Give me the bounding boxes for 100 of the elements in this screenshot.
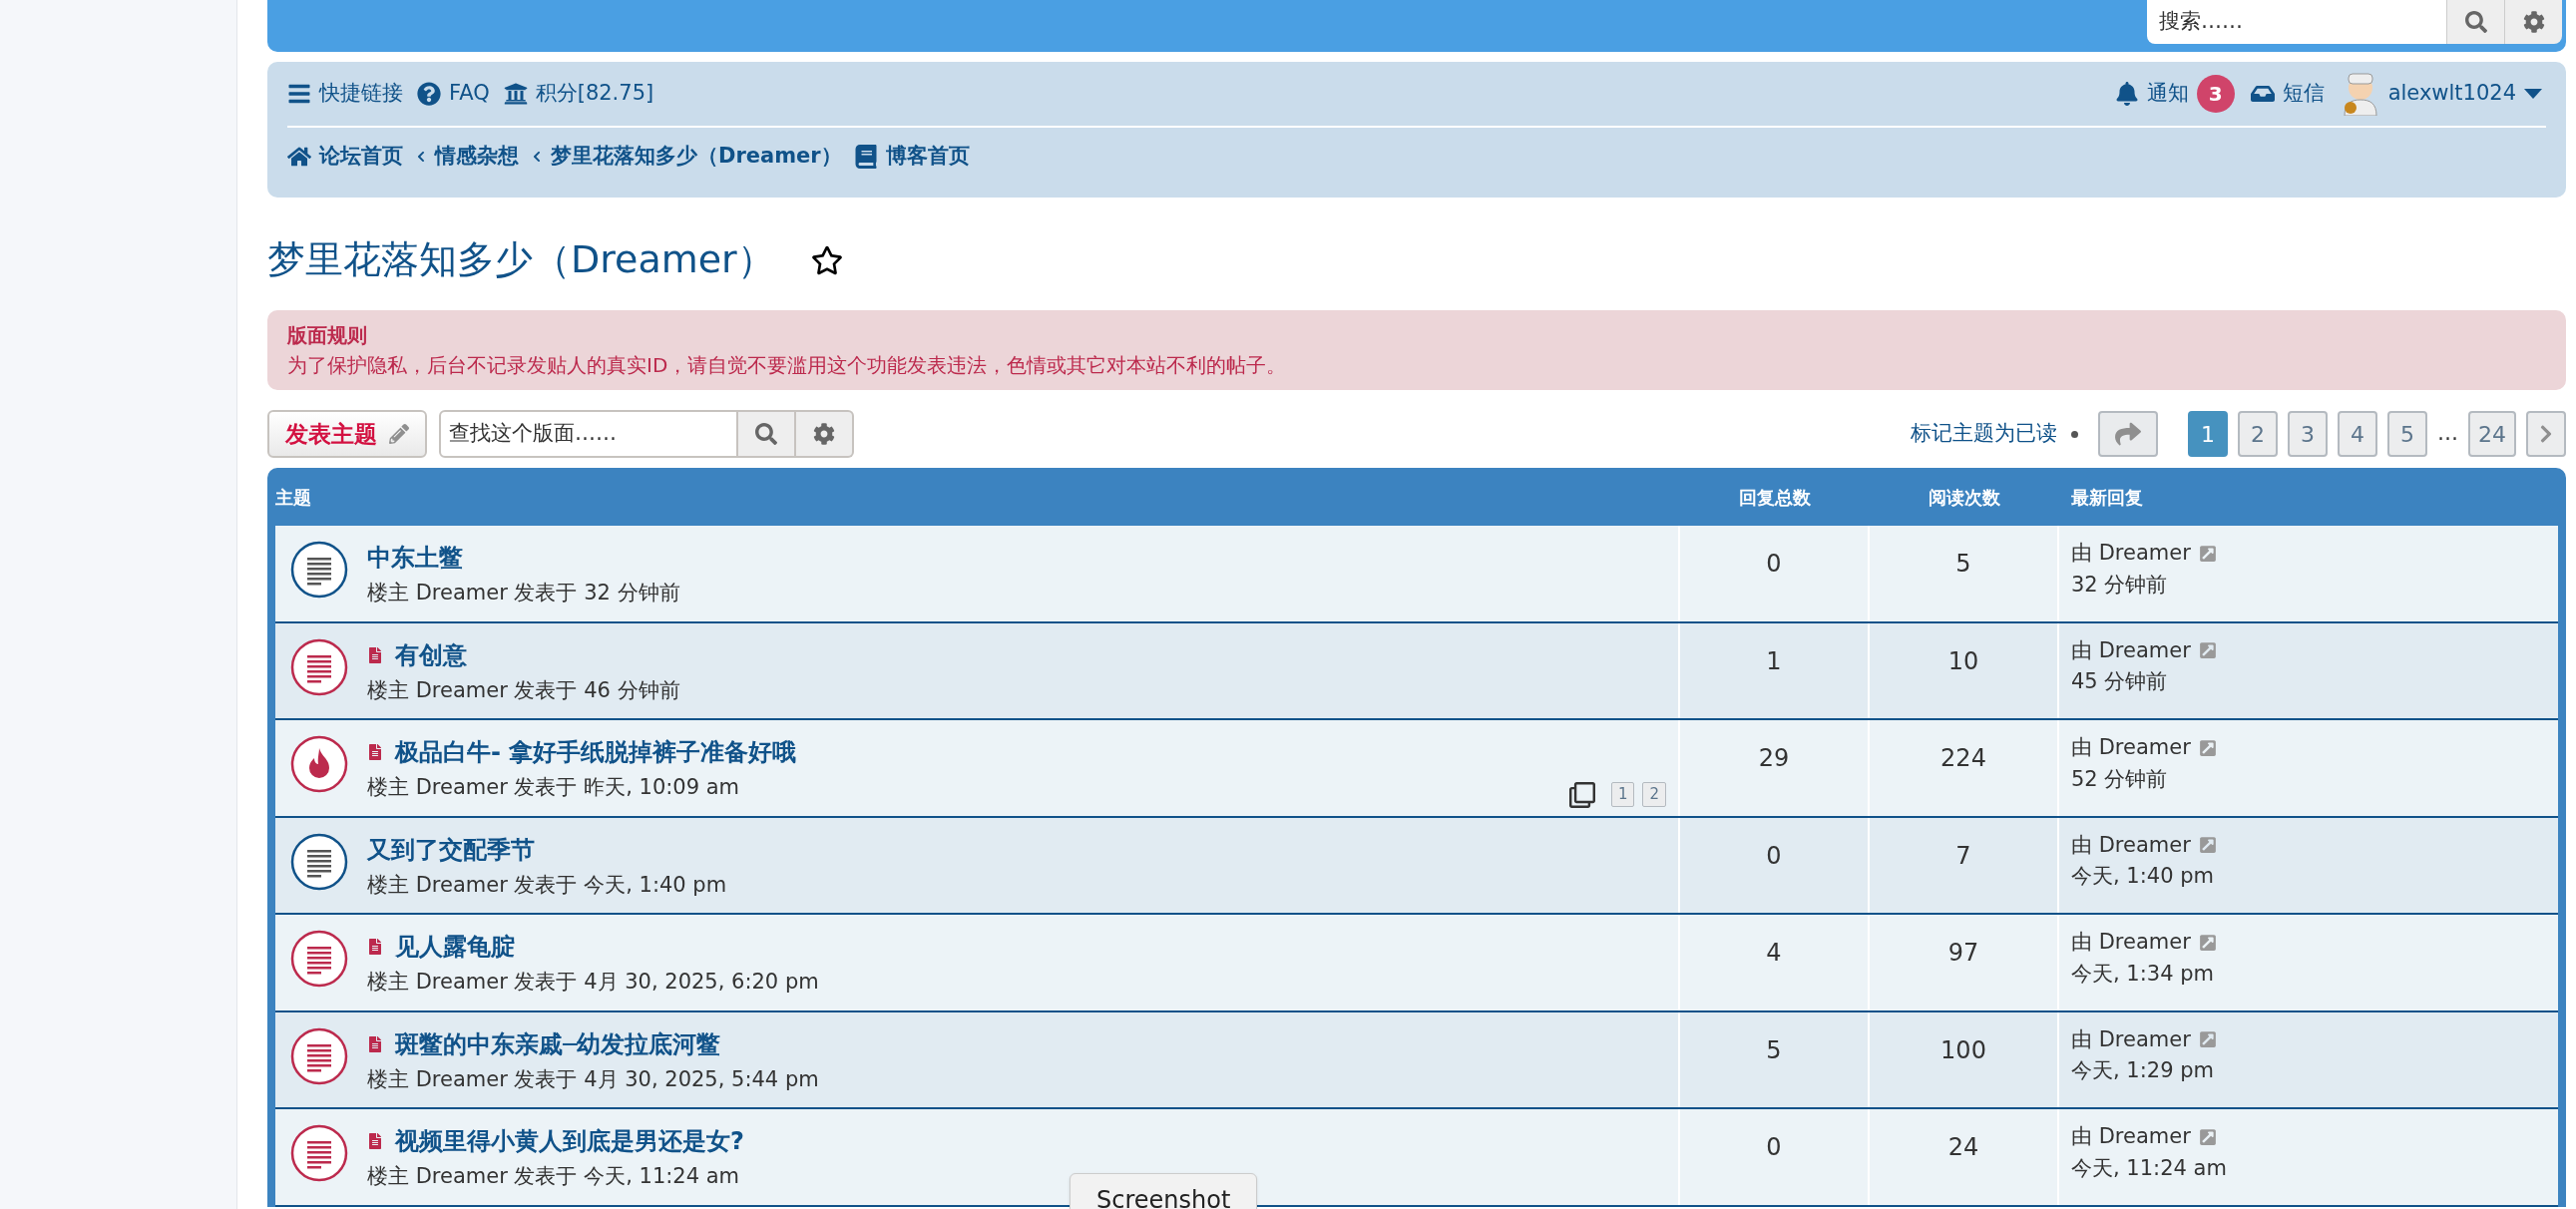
breadcrumb-link[interactable]: 情感杂想 — [415, 141, 519, 173]
bank-icon — [503, 82, 528, 106]
view-post-icon[interactable] — [2198, 544, 2217, 563]
topic-title[interactable]: 又到了交配季节 — [367, 831, 535, 868]
home-icon — [287, 145, 311, 169]
breadcrumb-link[interactable]: 梦里花落知多少（Dreamer） — [531, 141, 842, 173]
new-post-icon[interactable] — [367, 1133, 383, 1149]
page-button[interactable]: 5 — [2387, 411, 2427, 457]
mark-read-link[interactable]: 标记主题为已读 — [1911, 418, 2057, 450]
forum-title: 梦里花落知多少（Dreamer） — [267, 236, 775, 283]
last-post-author[interactable]: 由 Dreamer — [2071, 829, 2191, 861]
topic-icon — [289, 929, 349, 989]
book-icon — [853, 145, 878, 169]
nav-link[interactable]: 积分[82.75] — [503, 78, 654, 110]
settings-button[interactable] — [796, 410, 854, 458]
topic-title[interactable]: 见人露龟腚 — [395, 929, 515, 965]
last-post-author[interactable]: 由 Dreamer — [2071, 634, 2191, 666]
caret-icon — [2524, 89, 2542, 99]
topic-page-link[interactable]: 1 — [1610, 782, 1635, 807]
chevron-left-icon — [531, 151, 543, 163]
page-button[interactable]: 4 — [2338, 411, 2377, 457]
last-post-time: 今天, 1:40 pm — [2071, 863, 2215, 890]
last-post-author[interactable]: 由 Dreamer — [2071, 732, 2191, 764]
pagination-ellipsis: … — [2437, 420, 2458, 448]
notification-count: 3 — [2196, 75, 2235, 113]
settings-icon — [813, 423, 835, 445]
new-post-icon[interactable] — [367, 939, 383, 955]
topic-meta: 楼主 Dreamer 发表于 4月 30, 2025, 5:44 pm — [367, 1065, 819, 1093]
next-page-button[interactable] — [2526, 411, 2566, 457]
column-header: 最新回复 — [2070, 485, 2144, 510]
page-button[interactable]: 2 — [2238, 411, 2278, 457]
last-post-time: 今天, 1:29 pm — [2071, 1057, 2215, 1084]
new-post-icon[interactable] — [367, 646, 383, 663]
view-post-icon[interactable] — [2198, 738, 2217, 757]
topic-page-link[interactable]: 2 — [1642, 782, 1666, 807]
topic-icon — [289, 1123, 349, 1183]
replies-count: 0 — [1680, 817, 1870, 913]
view-post-icon[interactable] — [2198, 1127, 2217, 1146]
topic-title[interactable]: 斑鳖的中东亲戚─幼发拉底河鳖 — [395, 1025, 721, 1062]
views-count: 5 — [1870, 526, 2059, 621]
topic-title[interactable]: 极品白牛- 拿好手纸脱掉裤子准备好哦 — [395, 734, 797, 770]
views-count: 10 — [1870, 622, 2059, 718]
menu-icon — [287, 82, 311, 106]
star-icon[interactable] — [810, 243, 843, 276]
search-button[interactable] — [738, 410, 796, 458]
replies-count: 1 — [1680, 622, 1870, 718]
topic-meta: 楼主 Dreamer 发表于 46 分钟前 — [367, 676, 680, 704]
search-button[interactable] — [2446, 0, 2504, 44]
help-icon — [417, 82, 441, 106]
last-post-author[interactable]: 由 Dreamer — [2071, 927, 2191, 959]
last-post-author[interactable]: 由 Dreamer — [2071, 1121, 2191, 1153]
topic-title[interactable]: 视频里得小黄人到底是男还是女? — [395, 1123, 744, 1159]
hot-topic-icon — [289, 734, 349, 794]
last-post-author[interactable]: 由 Dreamer — [2071, 538, 2191, 570]
page-button[interactable]: 3 — [2288, 411, 2328, 457]
settings-button[interactable] — [2504, 0, 2562, 44]
nav-link[interactable]: FAQ — [417, 78, 490, 110]
breadcrumb-link[interactable]: 博客首页 — [853, 141, 970, 173]
notifications-link[interactable]: 通知 3 — [2114, 75, 2235, 113]
views-count: 24 — [1870, 1109, 2059, 1205]
topic-title[interactable]: 中东土鳖 — [367, 540, 463, 576]
views-count: 100 — [1870, 1011, 2059, 1107]
settings-icon — [2522, 11, 2545, 33]
column-header: 回复总数 — [1738, 485, 1812, 510]
search-field[interactable]: 搜索…… — [2147, 0, 2446, 44]
search-icon — [2464, 11, 2487, 33]
user-menu[interactable]: alexwlt1024 — [2340, 72, 2542, 116]
forum-search-field[interactable]: 查找这个版面…… — [439, 410, 738, 458]
topic-meta: 楼主 Dreamer 发表于 今天, 11:24 am — [367, 1163, 741, 1190]
share-arrow-icon — [2115, 421, 2141, 447]
topic-icon — [289, 636, 349, 697]
nav-link[interactable]: 快捷链接 — [287, 78, 403, 110]
tooltip: Screenshot — [1070, 1173, 1258, 1209]
views-count: 97 — [1870, 915, 2059, 1010]
breadcrumb-link[interactable]: 论坛首页 — [287, 141, 403, 173]
last-post-time: 45 分钟前 — [2071, 668, 2169, 695]
new-post-icon[interactable] — [367, 744, 383, 760]
views-count: 7 — [1870, 817, 2059, 913]
replies-count: 5 — [1680, 1011, 1870, 1107]
replies-count: 29 — [1680, 720, 1870, 816]
page-button[interactable]: 1 — [2188, 411, 2228, 457]
topic-title[interactable]: 有创意 — [395, 636, 467, 673]
replies-count: 4 — [1680, 915, 1870, 1010]
last-post-time: 今天, 11:24 am — [2071, 1154, 2228, 1182]
last-post-time: 52 分钟前 — [2071, 765, 2169, 793]
page-button[interactable]: 24 — [2468, 411, 2516, 457]
jump-button[interactable] — [2098, 411, 2158, 457]
messages-link[interactable]: 短信 — [2250, 78, 2325, 110]
view-post-icon[interactable] — [2198, 933, 2217, 952]
bell-icon — [2114, 82, 2139, 106]
new-post-icon[interactable] — [367, 1035, 383, 1052]
bullet-icon — [2071, 430, 2078, 438]
topic-meta: 楼主 Dreamer 发表于 4月 30, 2025, 6:20 pm — [367, 969, 819, 996]
pages-icon — [1568, 781, 1595, 808]
last-post-time: 今天, 1:34 pm — [2071, 960, 2215, 988]
search-icon — [755, 423, 777, 445]
last-post-author[interactable]: 由 Dreamer — [2071, 1023, 2191, 1055]
pencil-icon — [389, 424, 409, 444]
new-topic-button[interactable]: 发表主题 — [267, 410, 427, 458]
rules-title: 版面规则 — [287, 322, 368, 349]
